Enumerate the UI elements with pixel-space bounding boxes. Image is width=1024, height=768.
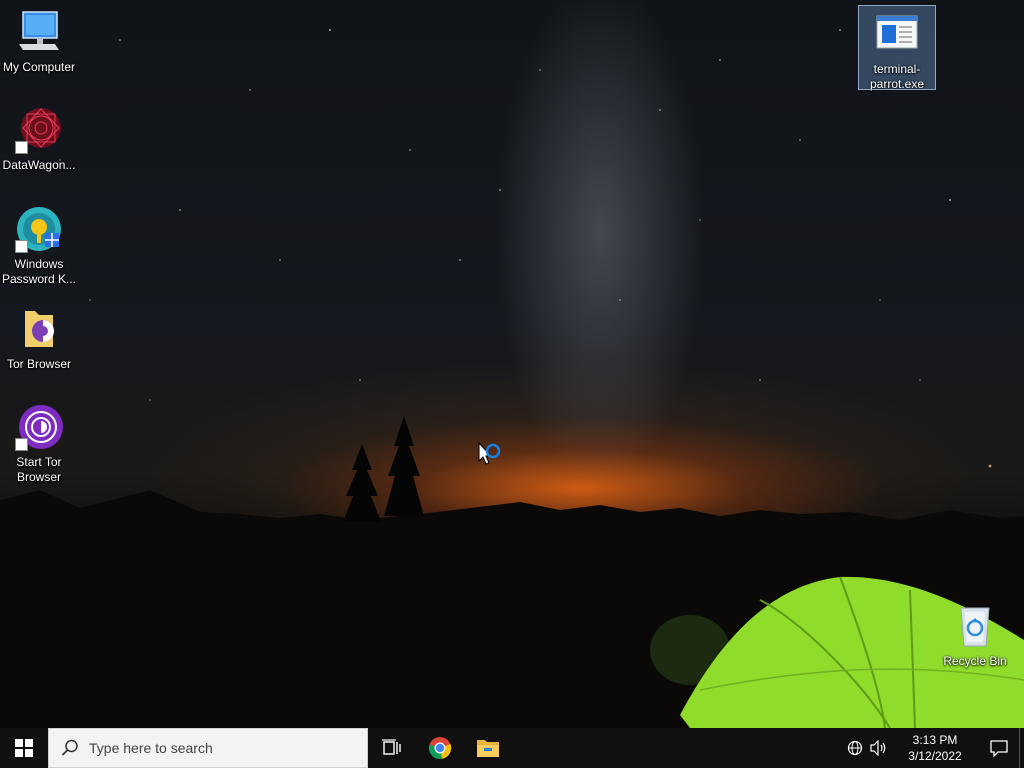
system-tray: 3:13 PM 3/12/2022 [843,728,1024,768]
desktop-icon-datawagon[interactable]: DataWagon... [1,106,77,173]
desktop-icon-my-computer[interactable]: My Computer [1,8,77,75]
network-button[interactable] [843,728,867,768]
shortcut-arrow-icon [15,240,28,253]
chrome-taskbar-button[interactable] [416,728,464,768]
start-button[interactable] [0,728,48,768]
clock-time: 3:13 PM [912,733,958,747]
desktop-icon-label: Tor Browser [6,357,71,371]
tor-browser-folder-icon [15,305,63,353]
desktop-icon-label: My Computer [2,60,76,74]
stars [59,29,992,468]
clock-date: 3/12/2022 [908,749,962,763]
speaker-icon [870,740,886,756]
desktop-icon-start-tor-browser[interactable]: Start Tor Browser [1,403,77,485]
wallpaper-scene [0,29,1024,728]
shortcut-arrow-icon [15,141,28,154]
globe-network-icon [847,740,863,756]
desktop-wallpaper [0,0,1024,728]
desktop-icon-label: DataWagon... [2,158,76,172]
action-center-button[interactable] [979,728,1019,768]
volume-button[interactable] [867,728,891,768]
computer-icon [15,8,63,56]
recycle-bin-icon [951,602,999,650]
desktop-icon-terminal-parrot[interactable]: terminal-parrot.exe [858,5,936,91]
busy-cursor-icon [478,441,504,475]
desktop-icon-label: Start Tor Browser [16,455,62,484]
windows-password-key-icon [15,205,63,253]
datawagon-icon [15,106,63,154]
desktop-icon-label: Windows Password K... [1,257,77,286]
taskbar-search-box[interactable]: Type here to search [48,728,368,768]
pine-trees [343,416,424,522]
tor-browser-icon [15,403,63,451]
search-icon [61,739,78,756]
search-placeholder: Type here to search [89,740,213,756]
desktop-icon-label: Recycle Bin [943,654,1007,668]
desktop-icon-tor-browser[interactable]: Tor Browser [1,305,77,372]
desktop-icon-recycle-bin[interactable]: Recycle Bin [937,602,1013,669]
chrome-icon [428,737,452,759]
task-view-button[interactable] [368,728,416,768]
desktop-icon-label: terminal-parrot.exe [869,62,925,91]
task-view-icon [382,739,401,755]
file-explorer-taskbar-button[interactable] [464,728,512,768]
show-desktop-button[interactable] [1019,728,1024,768]
notification-icon [990,740,1008,757]
shortcut-arrow-icon [15,438,28,451]
taskbar: Type here to search 3:13 PM 3/12/2022 [0,728,1024,768]
windows-logo-icon [15,739,33,757]
desktop-icon-windows-password-key[interactable]: Windows Password K... [1,205,77,287]
taskbar-clock[interactable]: 3:13 PM 3/12/2022 [897,732,973,764]
file-explorer-icon [477,740,499,757]
exe-file-icon [873,10,921,58]
